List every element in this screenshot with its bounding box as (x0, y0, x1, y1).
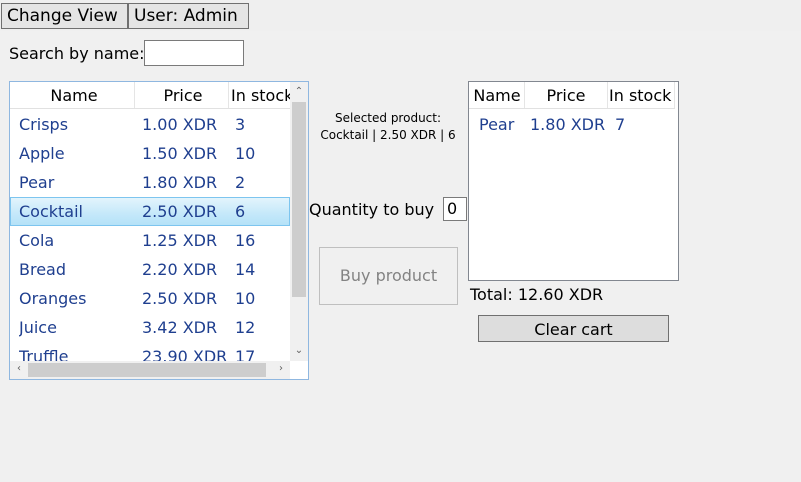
product-stock-cell: 10 (235, 144, 256, 163)
table-row[interactable]: Cola 1.25 XDR 16 (10, 226, 290, 255)
scroll-down-icon[interactable]: ⌄ (290, 345, 308, 356)
cart-list-header: Name Price In stock (469, 82, 675, 109)
vertical-scrollbar[interactable]: ⌃ ⌄ (290, 82, 308, 361)
search-input[interactable] (144, 40, 244, 66)
product-name-cell: Bread (19, 260, 67, 279)
horizontal-scroll-thumb[interactable] (28, 363, 266, 377)
product-stock-cell: 3 (235, 115, 246, 134)
vertical-scroll-thumb[interactable] (292, 102, 306, 297)
scroll-right-icon[interactable]: › (272, 363, 290, 374)
cart-price-cell: 1.80 XDR (530, 115, 606, 134)
column-header-price[interactable]: Price (135, 82, 231, 108)
user-button[interactable]: User: Admin (128, 3, 249, 29)
product-price-cell: 2.50 XDR (142, 202, 218, 221)
table-row[interactable]: Cocktail 2.50 XDR 6 (10, 197, 290, 226)
selected-product-title: Selected product: (334, 111, 442, 125)
cart-rows: Pear 1.80 XDR 7 (469, 110, 675, 139)
selected-product-detail: Cocktail | 2.50 XDR | 6 (320, 128, 456, 142)
product-name-cell: Cola (19, 231, 55, 250)
product-stock-cell: 2 (235, 173, 246, 192)
product-name-cell: Cocktail (19, 202, 83, 221)
horizontal-scrollbar[interactable]: ‹ › (10, 361, 290, 379)
product-price-cell: 2.50 XDR (142, 289, 218, 308)
product-stock-cell: 16 (235, 231, 256, 250)
cart-list[interactable]: Name Price In stock Pear 1.80 XDR 7 (468, 81, 679, 281)
product-price-cell: 1.50 XDR (142, 144, 218, 163)
product-stock-cell: 6 (235, 202, 246, 221)
scroll-up-icon[interactable]: ⌃ (290, 86, 308, 97)
product-price-cell: 1.00 XDR (142, 115, 218, 134)
cart-stock-cell: 7 (615, 115, 626, 134)
product-price-cell: 1.25 XDR (142, 231, 218, 250)
product-stock-cell: 12 (235, 318, 256, 337)
product-name-cell: Apple (19, 144, 65, 163)
product-rows: Crisps 1.00 XDR 3 Apple 1.50 XDR 10 Pear 1.80 X… (10, 110, 290, 371)
cart-total: Total: 12.60 XDR (470, 285, 604, 304)
selected-product-info: Selected product: Cocktail | 2.50 XDR | … (318, 110, 458, 144)
change-view-button[interactable]: Change View (1, 3, 128, 29)
product-price-cell: 3.42 XDR (142, 318, 218, 337)
column-header-stock[interactable]: In stock (231, 82, 293, 108)
product-name-cell: Crisps (19, 115, 69, 134)
cart-column-header-stock[interactable]: In stock (609, 82, 675, 108)
column-divider[interactable] (607, 82, 608, 108)
cart-column-header-name[interactable]: Name (469, 82, 525, 108)
cart-row[interactable]: Pear 1.80 XDR 7 (469, 110, 675, 139)
cart-column-header-price[interactable]: Price (525, 82, 607, 108)
column-divider[interactable] (228, 82, 229, 108)
buy-product-button[interactable]: Buy product (319, 247, 458, 305)
search-label: Search by name: (9, 44, 145, 63)
clear-cart-button[interactable]: Clear cart (478, 315, 669, 342)
column-divider[interactable] (674, 82, 675, 108)
product-name-cell: Oranges (19, 289, 87, 308)
scroll-left-icon[interactable]: ‹ (10, 363, 28, 374)
top-toolbar: Change View User: Admin (0, 0, 801, 31)
product-price-cell: 2.20 XDR (142, 260, 218, 279)
product-price-cell: 1.80 XDR (142, 173, 218, 192)
table-row[interactable]: Apple 1.50 XDR 10 (10, 139, 290, 168)
table-row[interactable]: Oranges 2.50 XDR 10 (10, 284, 290, 313)
product-stock-cell: 14 (235, 260, 256, 279)
table-row[interactable]: Bread 2.20 XDR 14 (10, 255, 290, 284)
table-row[interactable]: Juice 3.42 XDR 12 (10, 313, 290, 342)
product-name-cell: Juice (19, 318, 57, 337)
table-row[interactable]: Crisps 1.00 XDR 3 (10, 110, 290, 139)
quantity-label: Quantity to buy (309, 200, 435, 219)
cart-name-cell: Pear (479, 115, 515, 134)
product-name-cell: Pear (19, 173, 55, 192)
product-stock-cell: 10 (235, 289, 256, 308)
product-list-header: Name Price In stock (10, 82, 293, 109)
quantity-input[interactable]: 0 (443, 197, 467, 221)
column-header-name[interactable]: Name (10, 82, 138, 108)
table-row[interactable]: Pear 1.80 XDR 2 (10, 168, 290, 197)
product-list[interactable]: Name Price In stock Crisps 1.00 XDR 3 Apple… (9, 81, 309, 380)
